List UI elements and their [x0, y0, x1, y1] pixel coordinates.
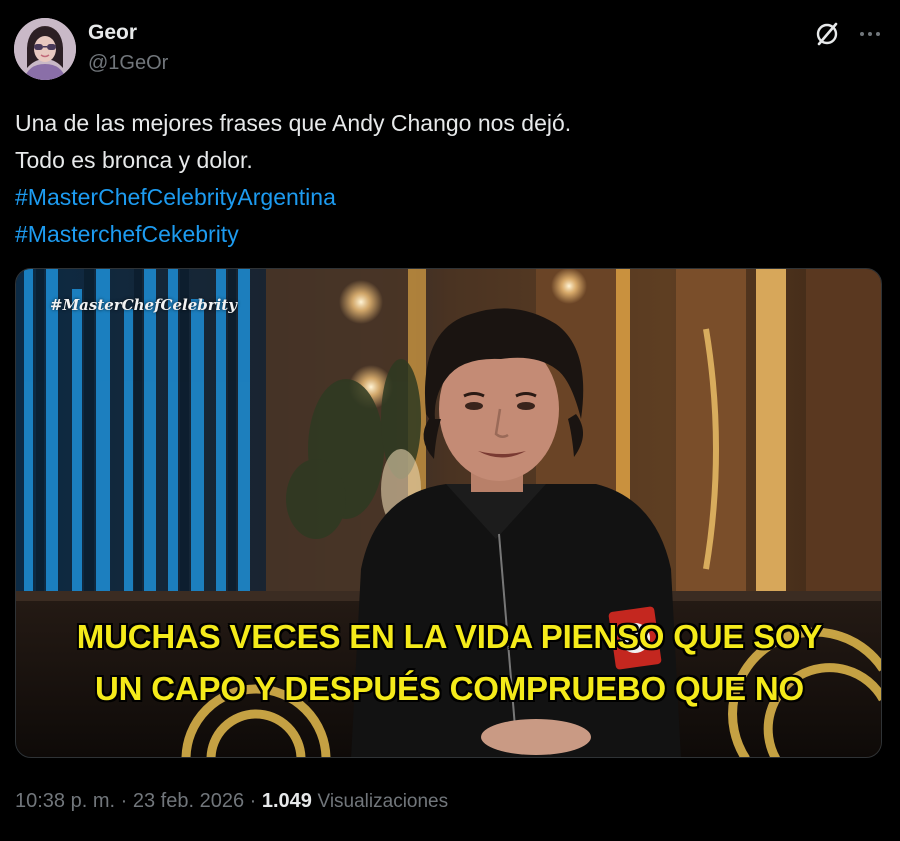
handle[interactable]: @1GeOr [88, 52, 168, 75]
meta-separator: · [249, 790, 257, 812]
more-icon[interactable] [858, 25, 882, 43]
tweet-text: Una de las mejores frases que Andy Chang… [15, 105, 875, 253]
avatar-image [14, 18, 76, 80]
video-caption-line: UN CAPO Y DESPUÉS COMPRUEBO QUE NO [95, 670, 804, 707]
video-watermark: #MasterChefCelebrity [50, 296, 238, 314]
hashtag-link[interactable]: #MasterchefCekebrity [15, 216, 875, 253]
meta-separator: · [120, 790, 128, 812]
tweet: Geor @1GeOr Una de las mejores frases qu… [0, 0, 900, 841]
tweet-meta: 10:38 p. m. · 23 feb. 2026 · 1.049 Visua… [15, 790, 448, 813]
grok-icon[interactable] [814, 21, 840, 47]
tweet-media[interactable]: #MasterChefCelebrity MUCHAS VECES EN LA … [15, 268, 882, 758]
views-label: Visualizaciones [317, 791, 449, 812]
tweet-time[interactable]: 10:38 p. m. [15, 790, 115, 812]
display-name[interactable]: Geor [88, 21, 137, 45]
tweet-date[interactable]: 23 feb. 2026 [133, 790, 244, 812]
tweet-text-line: Todo es bronca y dolor. [15, 147, 253, 173]
hashtag-link[interactable]: #MasterChefCelebrityArgentina [15, 179, 875, 216]
video-caption-line: MUCHAS VECES EN LA VIDA PIENSO QUE SOY [76, 618, 823, 655]
views-count[interactable]: 1.049 [262, 790, 312, 812]
avatar[interactable] [14, 18, 76, 80]
tweet-text-line: Una de las mejores frases que Andy Chang… [15, 110, 572, 136]
